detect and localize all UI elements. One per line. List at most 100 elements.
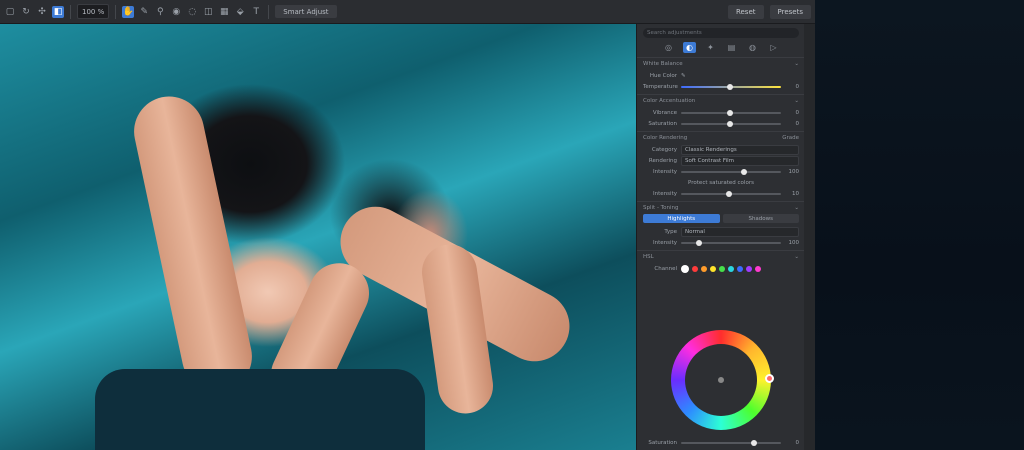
channel-label: Channel: [654, 265, 677, 272]
intensity-label: Intensity: [653, 168, 677, 175]
intensity-label: Intensity: [653, 190, 677, 197]
intensity-slider[interactable]: [681, 168, 781, 175]
brush-icon[interactable]: ✎: [138, 6, 150, 18]
channel-chip[interactable]: [681, 264, 689, 273]
type-dropdown[interactable]: Normal: [681, 226, 799, 237]
vibrance-slider[interactable]: [681, 109, 781, 116]
shadows-swatch[interactable]: Shadows: [722, 214, 799, 223]
lasso-icon[interactable]: ◌: [186, 6, 198, 18]
rendering-label: Rendering: [648, 157, 677, 164]
zoom-field[interactable]: 100 %: [77, 4, 110, 19]
saturation-value: 0: [795, 120, 800, 127]
saturation-label: Saturation: [648, 120, 677, 127]
temperature-value: 0: [795, 83, 800, 90]
highlights-swatch[interactable]: Highlights: [643, 214, 720, 223]
chevron-down-icon[interactable]: ⌄: [794, 61, 799, 67]
channel-chip[interactable]: [710, 265, 716, 272]
color-wheel[interactable]: [671, 330, 774, 430]
white-balance-section: White Balance ⌄ Hue Color ✎ Temperature 0: [637, 57, 805, 94]
text-icon[interactable]: T: [250, 6, 262, 18]
hsl-section: HSL ⌄ Channel: [637, 250, 805, 276]
split-intensity-slider[interactable]: [681, 239, 781, 246]
channel-chip[interactable]: [719, 265, 725, 272]
bottom-slider-label: Saturation: [648, 439, 677, 446]
model-dress: [95, 369, 425, 450]
tab-essentials-icon[interactable]: ◎: [662, 42, 675, 53]
stamp-icon[interactable]: ⬙: [234, 6, 246, 18]
split-toning-section: Split - Toning ⌄ Highlights Shadows Type …: [637, 201, 805, 250]
chevron-down-icon[interactable]: ⌄: [794, 254, 799, 260]
protect-intensity-value: 10: [792, 190, 799, 197]
hue-color-label: Hue Color: [649, 72, 677, 79]
tab-color-icon[interactable]: ◐: [683, 42, 696, 53]
channel-chip[interactable]: [692, 265, 698, 272]
desktop-background: [815, 0, 1024, 450]
grade-button[interactable]: Grade: [782, 135, 799, 141]
tab-geometry-icon[interactable]: ▷: [767, 42, 780, 53]
gradient-icon[interactable]: ▦: [218, 6, 230, 18]
protect-colors-label[interactable]: Protect saturated colors: [688, 180, 754, 186]
smart-adjust-button[interactable]: Smart Adjust: [275, 5, 337, 18]
bottom-slider-value: 0: [795, 439, 800, 446]
bottom-slider-row: Saturation 0: [643, 437, 799, 448]
divider: [268, 4, 270, 19]
temperature-slider[interactable]: [681, 83, 781, 90]
adjustments-panel: Search adjustments ◎ ◐ ✦ ▤ ◍ ▷ White Bal…: [636, 24, 805, 450]
vibrance-label: Vibrance: [652, 109, 677, 116]
color-rendering-section: Color Rendering Grade Category Classic Re…: [637, 131, 805, 201]
eyedropper-icon[interactable]: ✎: [681, 73, 686, 79]
channel-chip[interactable]: [737, 265, 743, 272]
protect-intensity-slider[interactable]: [681, 190, 781, 197]
section-title[interactable]: Color Accentuation: [643, 98, 695, 104]
eyedropper-icon[interactable]: ⚲: [154, 6, 166, 18]
tab-detail-icon[interactable]: ✦: [704, 42, 717, 53]
channel-chip[interactable]: [701, 265, 707, 272]
select-icon[interactable]: ◧: [52, 5, 64, 18]
reset-button[interactable]: Reset: [727, 4, 764, 19]
tab-effects-icon[interactable]: ◍: [746, 42, 759, 53]
saturation-slider[interactable]: [681, 120, 781, 127]
color-accentuation-section: Color Accentuation ⌄ Vibrance 0 Saturatio…: [637, 94, 805, 131]
intensity-label: Intensity: [653, 239, 677, 246]
section-title[interactable]: Split - Toning: [643, 205, 678, 211]
divider: [70, 4, 71, 19]
section-title[interactable]: HSL: [643, 254, 654, 260]
eraser-icon[interactable]: ◫: [202, 6, 214, 18]
rendering-dropdown[interactable]: Soft Contrast Film: [681, 155, 799, 166]
channel-chip[interactable]: [755, 265, 761, 272]
chevron-down-icon[interactable]: ⌄: [794, 98, 799, 104]
crop-icon[interactable]: ▢: [4, 6, 16, 18]
photo-editor-window: ▢ ↻ ✣ ◧ 100 % ✋ ✎ ⚲ ◉ ◌ ◫ ▦ ⬙ T Smart Ad…: [0, 0, 815, 450]
model-left-arm: [127, 90, 259, 398]
chevron-down-icon[interactable]: ⌄: [794, 205, 799, 211]
wheel-center-dot: [718, 377, 724, 383]
toolbar-right: Reset Presets: [727, 4, 811, 19]
section-title[interactable]: White Balance: [643, 61, 683, 67]
search-input[interactable]: Search adjustments: [643, 28, 799, 38]
tab-layers-icon[interactable]: ▤: [725, 42, 738, 53]
eye-icon[interactable]: ◉: [170, 6, 182, 18]
channel-color-chips: [681, 264, 761, 273]
category-dropdown[interactable]: Classic Renderings: [681, 144, 799, 155]
rotate-icon[interactable]: ↻: [20, 6, 32, 18]
vibrance-value: 0: [795, 109, 800, 116]
section-title[interactable]: Color Rendering: [643, 135, 687, 141]
split-intensity-value: 100: [788, 239, 800, 246]
channel-chip[interactable]: [728, 265, 734, 272]
search-placeholder: Search adjustments: [647, 30, 702, 36]
hand-icon[interactable]: ✋: [122, 5, 135, 18]
photo-canvas[interactable]: [0, 24, 636, 450]
channel-chip[interactable]: [746, 265, 752, 272]
bottom-slider[interactable]: [681, 439, 781, 446]
intensity-value: 100: [788, 168, 800, 175]
divider: [115, 4, 117, 19]
panel-tabs: ◎ ◐ ✦ ▤ ◍ ▷: [637, 42, 805, 53]
type-label: Type: [664, 228, 677, 235]
temperature-label: Temperature: [643, 83, 678, 90]
panel-scrollbar[interactable]: [804, 24, 815, 450]
move-icon[interactable]: ✣: [36, 6, 48, 18]
top-toolbar: ▢ ↻ ✣ ◧ 100 % ✋ ✎ ⚲ ◉ ◌ ◫ ▦ ⬙ T Smart Ad…: [0, 0, 815, 24]
category-label: Category: [651, 146, 677, 153]
presets-button[interactable]: Presets: [769, 4, 811, 19]
wheel-picker-handle[interactable]: [765, 374, 774, 383]
